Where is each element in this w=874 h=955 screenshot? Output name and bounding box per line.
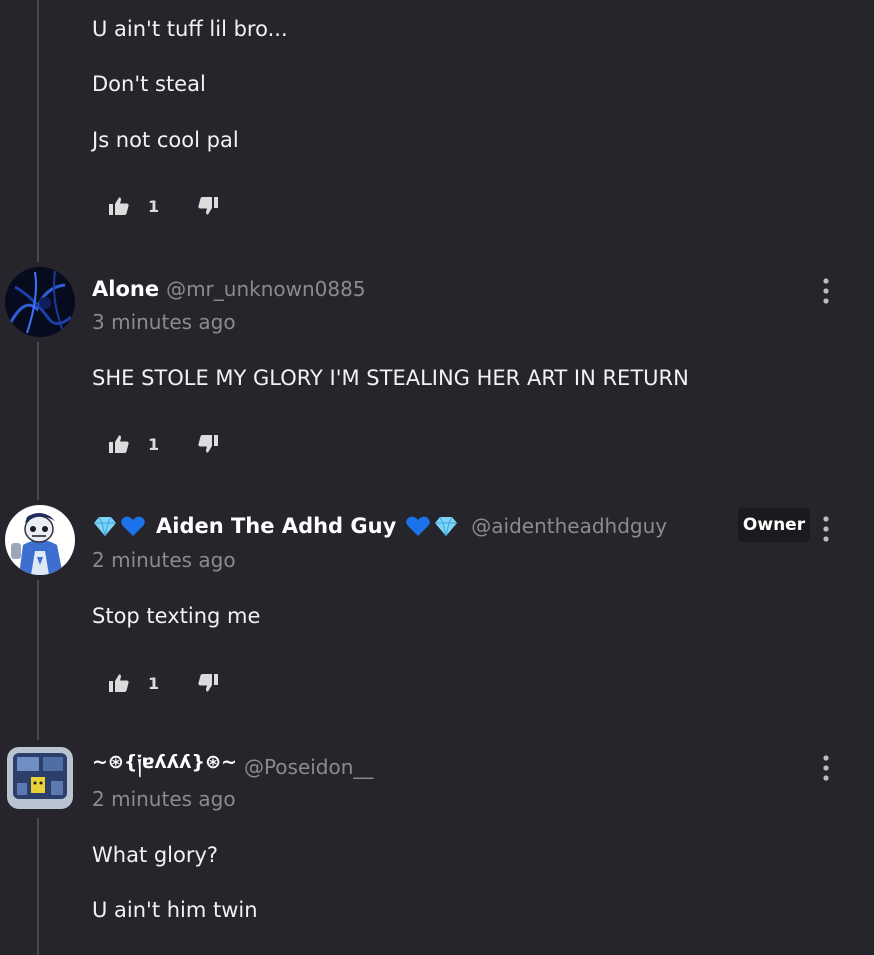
thumbs-down-icon[interactable] — [197, 196, 219, 216]
reaction-bar: 1 — [108, 672, 219, 694]
comment-text-line: U ain't him twin — [92, 898, 258, 922]
reaction-bar: 1 — [108, 433, 219, 455]
name-emoji-prefix — [92, 515, 148, 537]
display-name[interactable]: Alone — [92, 277, 159, 301]
display-name[interactable]: ~⊛{༏ɐʎʎʎ}⊛~ — [92, 740, 237, 794]
avatar[interactable] — [5, 505, 75, 575]
avatar[interactable] — [5, 267, 75, 337]
avatar[interactable] — [5, 743, 75, 813]
user-handle[interactable]: @aidentheadhdguy — [471, 514, 667, 538]
name-emoji-suffix — [405, 515, 461, 537]
blue-heart-emoji — [121, 516, 145, 536]
comment-text-line: What glory? — [92, 843, 219, 867]
user-handle[interactable]: @mr_unknown0885 — [166, 277, 365, 301]
like-count: 1 — [148, 673, 160, 693]
comment-text-line: U ain't tuff lil bro... — [92, 17, 288, 41]
comment-header: ~⊛{༏ɐʎʎʎ}⊛~ @Poseidon__ — [92, 751, 373, 781]
avatar-image — [5, 267, 75, 337]
more-vertical-icon[interactable] — [818, 278, 834, 304]
blue-heart-emoji — [406, 516, 431, 536]
comment-text: Stop texting me — [92, 604, 261, 628]
comment-header: Alone @mr_unknown0885 — [92, 275, 366, 303]
thumbs-down-icon[interactable] — [197, 434, 219, 454]
comment-text-line: Don't steal — [92, 72, 206, 96]
thumbs-up-icon[interactable] — [108, 196, 130, 216]
comment-text-line: Js not cool pal — [92, 128, 239, 152]
timestamp: 2 minutes ago — [92, 548, 236, 572]
display-name[interactable]: Aiden The Adhd Guy — [156, 514, 396, 538]
comment-text: SHE STOLE MY GLORY I'M STEALING HER ART … — [92, 366, 689, 390]
more-vertical-icon[interactable] — [818, 516, 834, 542]
comment-thread: U ain't tuff lil bro... Don't steal Js n… — [0, 0, 874, 955]
gem-emoji — [94, 516, 116, 537]
timestamp: 2 minutes ago — [92, 787, 236, 811]
thumbs-up-icon[interactable] — [108, 434, 130, 454]
more-vertical-icon[interactable] — [818, 755, 834, 781]
reaction-bar: 1 — [108, 195, 219, 217]
avatar-image — [5, 743, 75, 813]
thread-line — [37, 0, 39, 262]
like-count: 1 — [148, 196, 160, 216]
user-handle[interactable]: @Poseidon__ — [244, 755, 373, 779]
avatar-image — [5, 505, 75, 575]
thread-line — [37, 818, 39, 955]
thread-line — [37, 342, 39, 500]
thumbs-up-icon[interactable] — [108, 673, 130, 693]
like-count: 1 — [148, 434, 160, 454]
owner-badge: Owner — [738, 508, 810, 542]
comment-header: Aiden The Adhd Guy @aidentheadhdguy — [92, 512, 667, 540]
thumbs-down-icon[interactable] — [197, 673, 219, 693]
thread-line — [37, 580, 39, 740]
timestamp: 3 minutes ago — [92, 310, 236, 334]
gem-emoji — [435, 516, 458, 537]
